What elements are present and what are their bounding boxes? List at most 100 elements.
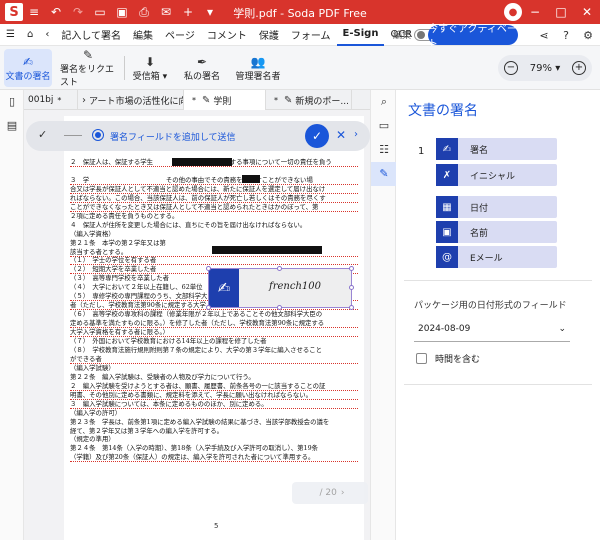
settings-gear-icon[interactable]: ⚙ [580,27,596,43]
pen-icon: ✎ [284,94,293,106]
include-time-checkbox[interactable] [416,353,427,364]
menu-icon[interactable]: ≡ [23,0,45,24]
tab-gakusoku[interactable]: * ✎ 学則 [184,90,266,110]
panel-divider [404,280,592,281]
document-text-line: （８） 学校教育法施行規則附則第７条の規定により、大学の第３学年に編入させること [70,345,323,354]
document-text-line: （１） 学士の学位を有する者 [70,256,358,266]
tab-001bj[interactable]: 001bj * [24,90,78,110]
sign-document-button[interactable]: ✍ 文書の署名 [4,49,52,87]
inbox-label: 受信箱 ▾ [132,71,168,82]
signer-index: 1 [418,146,425,157]
help-icon[interactable]: ? [558,27,574,43]
user-avatar-icon[interactable]: ● [504,3,522,21]
document-text-line: ができる者 [70,355,358,364]
menu-fill-sign[interactable]: 記入して署名 [55,24,127,46]
menu-comment[interactable]: コメント [201,24,253,46]
inbox-button[interactable]: ⬇ 受信箱 ▾ [130,49,170,87]
menu-right-icons: ⋖ ? ⚙ [536,27,596,43]
resize-handle[interactable] [277,305,282,310]
share-icon[interactable]: ⋖ [536,27,552,43]
my-signatures-button[interactable]: ✒ 私の署名 [180,49,224,87]
tab-label: 学則 [213,96,232,107]
current-step-radio[interactable] [92,129,104,141]
save-icon[interactable]: ▣ [111,0,133,24]
request-signature-button[interactable]: ✎ 署名をリクエスト [60,48,116,88]
minimize-icon[interactable]: − [522,0,548,24]
manage-signers-label: 管理署名者 [235,71,281,82]
redo-icon[interactable]: ↷ [67,0,89,24]
next-page-icon[interactable]: › [341,488,345,498]
confirm-button[interactable]: ✓ [305,124,329,148]
date-format-select[interactable]: 2024-08-09 ⌄ [414,316,570,342]
bookmark-panel-icon[interactable]: ▤ [0,114,24,138]
pen-icon: ✎ [202,94,211,106]
panel-title: 文書の署名 [408,103,478,119]
modified-marker: * [57,95,62,105]
field-email-button[interactable]: @ Eメール [436,246,557,268]
document-viewport[interactable]: ２ 保証人は、保証する学生 務に関する事項について一切の責任を負う ３ 学 その他… [24,110,370,540]
resize-handle[interactable] [349,266,354,271]
menu-edit[interactable]: 編集 [127,24,159,46]
dropdown-icon[interactable]: ▾ [199,0,221,24]
tab-new-portfolio[interactable]: * ✎ 新規のポー... [266,90,352,110]
menu-esign[interactable]: E-Sign [336,24,385,46]
document-text-line: 合又は学長が保証人として不適当と認めた場合には、新たに保証人を選定して届け出なけ [70,185,358,194]
signing-status-text: 署名フィールドを追加して送信 [110,133,236,143]
field-label: 名前 [470,228,489,239]
new-tab-icon[interactable]: + [177,0,199,24]
esign-panel-icon[interactable]: ✎ [371,162,397,186]
next-step-icon[interactable]: › [354,129,358,140]
checkmark-icon[interactable]: ✓ [38,128,47,141]
signature-field[interactable]: ✍ french100 [206,266,354,310]
field-name-button[interactable]: ▣ 名前 [436,221,557,243]
print-icon[interactable]: ⎙ [133,0,155,24]
activate-button[interactable]: 今すぐアクティベート [428,24,518,50]
menu-bar: ☰ ⌂ ‹ 記入して署名 編集 ページ コメント 保護 フォーム E-Sign … [0,24,600,50]
sign-document-panel: 文書の署名 1 ✍ 署名 ✗ イニシャル ▦ 日付 ▣ 名前 @ Eメール パッ… [396,90,600,540]
home-icon[interactable]: ⌂ [21,24,39,46]
request-signature-icon: ✎ [82,48,94,62]
sign-document-label: 文書の署名 [5,71,51,82]
zoom-out-icon[interactable]: − [504,61,518,75]
edit-toggle-label: 編集 [393,31,412,41]
document-text-line: ２項に定める責任を負うものとする。 [70,211,179,220]
page-navigator[interactable]: / 20 › [292,482,368,504]
comment-panel-icon[interactable]: ▭ [371,114,397,138]
manage-signers-button[interactable]: 👥 管理署名者 [230,49,286,87]
zoom-level[interactable]: 79% ▾ [530,63,560,74]
signature-icon: ✍ [209,269,239,307]
panel-toggle-icon[interactable]: ▯ [0,90,24,114]
menu-pages[interactable]: ページ [159,24,201,46]
chevron-down-icon: ⌄ [558,323,566,334]
menu-protect[interactable]: 保護 [253,24,285,46]
include-time-option[interactable]: 時間を含む [416,352,480,365]
modified-marker: * [274,95,278,105]
resize-handle[interactable] [206,305,211,310]
tab-art-market[interactable]: › アート市場の活性化に向けて [78,90,184,110]
resize-handle[interactable] [349,305,354,310]
field-date-button[interactable]: ▦ 日付 [436,196,557,218]
properties-sliders-icon[interactable]: ☷ [371,138,397,162]
close-window-icon[interactable]: ✕ [574,0,600,24]
hamburger-icon[interactable]: ☰ [0,24,21,46]
resize-handle[interactable] [349,285,354,290]
menu-forms[interactable]: フォーム [285,24,337,46]
field-signature-button[interactable]: ✍ 署名 [436,138,557,160]
tab-label: アート市場の活性化に向けて [89,96,183,107]
document-text-line: 経て、第２学年又は第３学年への編入学を許可する。 [70,426,224,435]
maximize-icon[interactable]: □ [548,0,574,24]
manage-signers-icon: 👥 [250,54,266,69]
zoom-in-icon[interactable]: + [572,61,586,75]
close-signing-icon[interactable]: ✕ [336,128,346,142]
search-icon[interactable]: ⌕ [371,90,397,114]
field-label: Eメール [470,253,503,264]
modified-marker: * [192,95,196,105]
resize-handle[interactable] [206,266,211,271]
undo-icon[interactable]: ↶ [45,0,67,24]
back-arrow-icon[interactable]: ‹ [39,24,55,46]
include-time-label: 時間を含む [435,355,481,365]
mail-icon[interactable]: ✉ [155,0,177,24]
open-folder-icon[interactable]: ▭ [89,0,111,24]
resize-handle[interactable] [277,266,282,271]
field-initials-button[interactable]: ✗ イニシャル [436,164,557,186]
